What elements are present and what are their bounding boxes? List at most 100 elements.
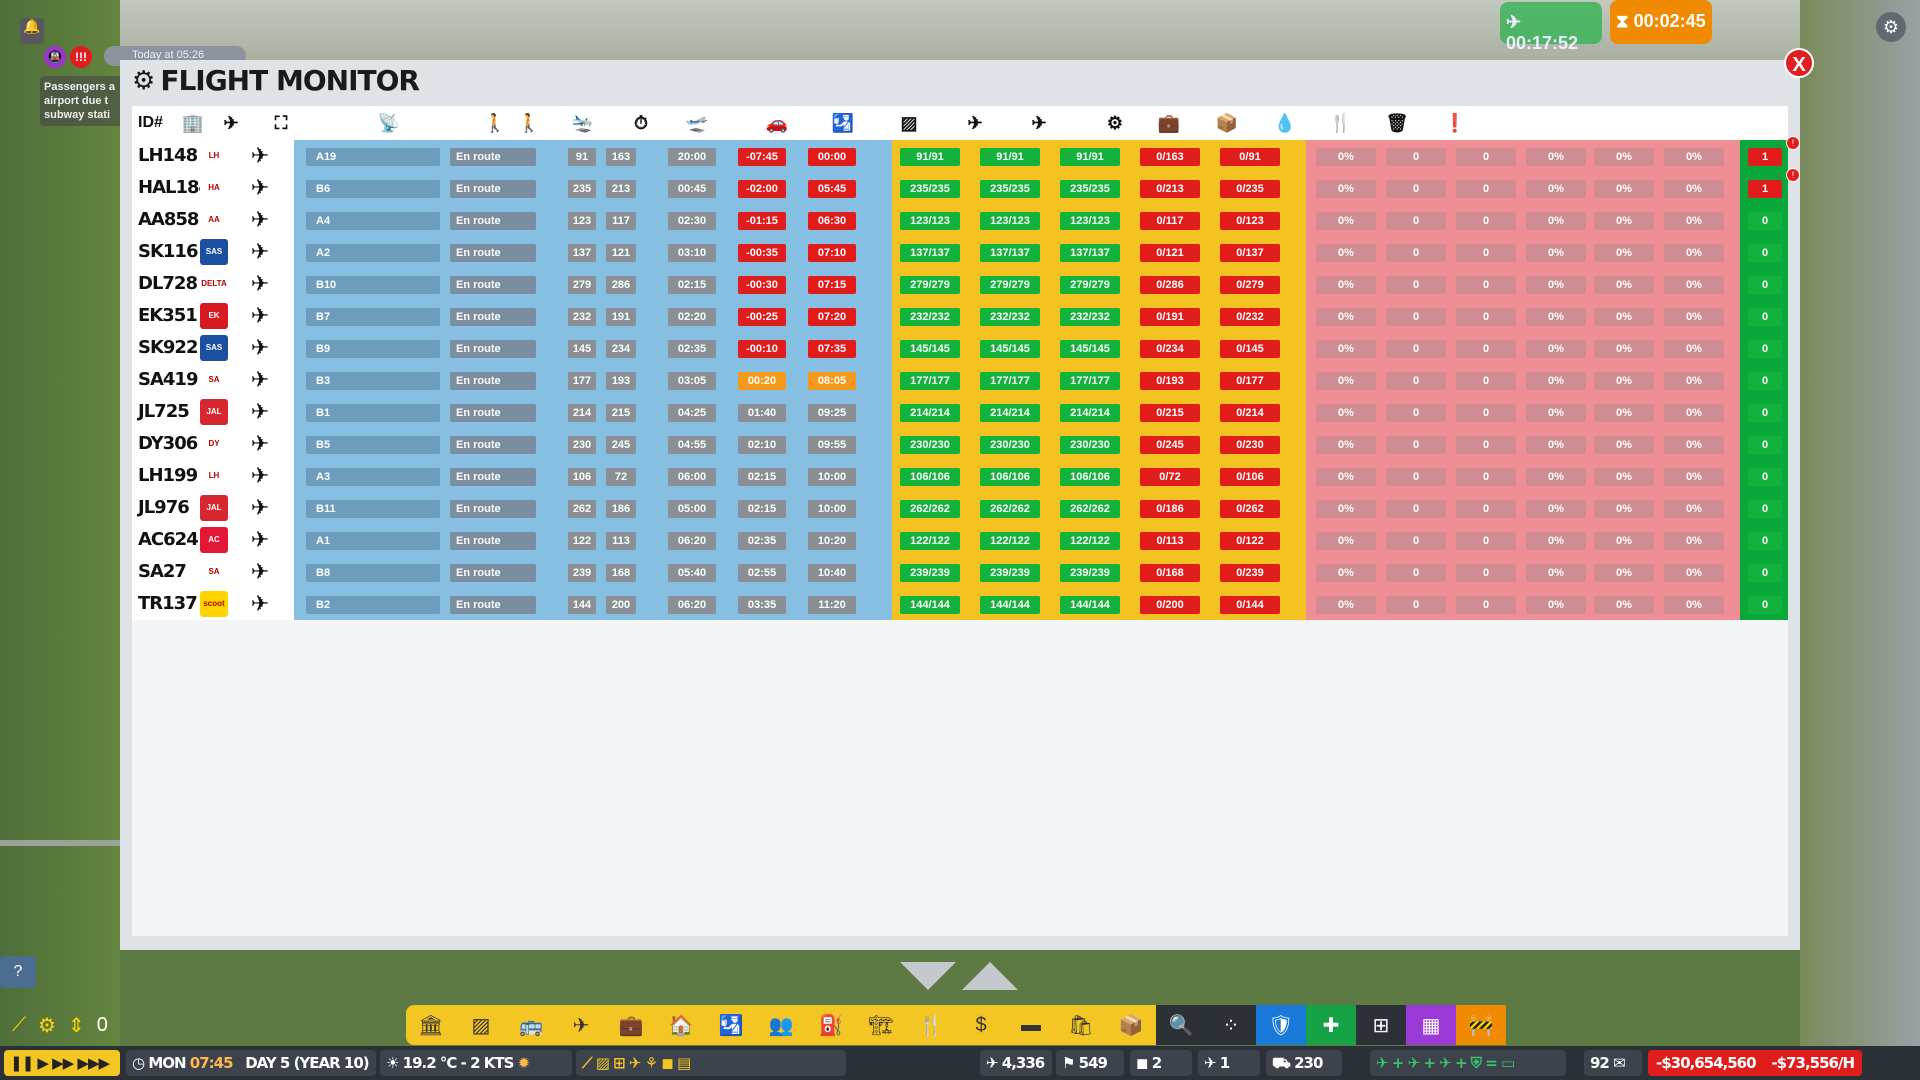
gate-value[interactable]: B10 xyxy=(306,276,440,294)
mail[interactable]: 92 ✉ xyxy=(1584,1050,1642,1076)
header-id[interactable]: ID# xyxy=(138,108,178,138)
gate-value[interactable]: B1 xyxy=(306,404,440,422)
train-icon[interactable]: 🚇 xyxy=(44,46,66,68)
table-row[interactable]: JL976 JAL ✈ B11 En route 262 186 05:00 02:15 10:0… xyxy=(132,492,1788,524)
runway-icon[interactable]: ⟋ xyxy=(12,1014,26,1037)
search-icon[interactable]: 🔍 xyxy=(1156,1005,1206,1045)
road-icon[interactable]: ▬ xyxy=(1006,1005,1056,1045)
header-passengers-arriving-icon[interactable]: 🚶 xyxy=(478,108,512,138)
zones-icon[interactable]: ⁘ xyxy=(1206,1005,1256,1045)
header-catering-icon[interactable]: 🍴 xyxy=(1324,108,1358,138)
bus-icon[interactable]: 🚌 xyxy=(506,1005,556,1045)
alert-count[interactable]: 0 xyxy=(1748,532,1782,550)
header-cargo-icon[interactable]: 📦 xyxy=(1210,108,1244,138)
table-row[interactable]: SK116 SAS ✈ A2 En route 137 121 03:10 -00:35 07:1… xyxy=(132,236,1788,268)
passenger-icon[interactable]: 🏠 xyxy=(656,1005,706,1045)
header-arrival-plane-icon[interactable]: ✈ xyxy=(958,108,992,138)
speed-controls[interactable]: ❚❚ ▶ ▶▶ ▶▶▶ ⏭ xyxy=(4,1050,120,1076)
cog-icon[interactable]: ⚙ xyxy=(38,1013,56,1038)
header-alert-icon[interactable]: ❗ xyxy=(1438,108,1472,138)
purple-icon[interactable]: ▦ xyxy=(1406,1005,1456,1045)
flight-id[interactable]: DL728 xyxy=(138,268,198,300)
alert-count[interactable]: 0 xyxy=(1748,500,1782,518)
alert-count[interactable]: 0 xyxy=(1748,404,1782,422)
flight-id[interactable]: JL725 xyxy=(138,396,190,428)
boarding-icon[interactable]: 🏗 xyxy=(856,1005,906,1045)
header-trash-icon[interactable]: 🗑 xyxy=(1380,108,1414,138)
header-stand-icon[interactable]: ⛶ xyxy=(264,108,298,138)
alert-count[interactable]: 0 xyxy=(1748,212,1782,230)
security-icon[interactable]: 🛂 xyxy=(706,1005,756,1045)
header-aircraft-type-icon[interactable]: ✈ xyxy=(214,108,248,138)
alert-count[interactable]: 0 xyxy=(1748,436,1782,454)
gate-value[interactable]: B6 xyxy=(306,180,440,198)
gate-value[interactable]: B11 xyxy=(306,500,440,518)
cargo-icon[interactable]: 📦 xyxy=(1106,1005,1156,1045)
settings-gear-icon[interactable]: ⚙ xyxy=(1876,12,1906,42)
gate-value[interactable]: A4 xyxy=(306,212,440,230)
table-row[interactable]: DL728 DELTA ✈ B10 En route 279 286 02:15 -00:30 0… xyxy=(132,268,1788,300)
flight-id[interactable]: SA419 xyxy=(138,364,198,396)
table-row[interactable]: TR137 scoot ✈ B2 En route 144 200 06:20 03:35 11:… xyxy=(132,588,1788,620)
header-arrival-time-icon[interactable]: 🛬 xyxy=(566,108,600,138)
flight-overview[interactable]: ✈ + ✈ + ✈ + ⛨ = ▭ xyxy=(1370,1050,1566,1076)
flight-id[interactable]: SA27 xyxy=(138,556,187,588)
updown-icon[interactable]: ⇕ xyxy=(68,1013,85,1038)
gate-value[interactable]: B5 xyxy=(306,436,440,454)
construction-icon[interactable]: 🚧 xyxy=(1456,1005,1506,1045)
gate-value[interactable]: B9 xyxy=(306,340,440,358)
alert-count[interactable]: 0 xyxy=(1748,340,1782,358)
header-checkin-icon[interactable]: 🛂 xyxy=(826,108,860,138)
alert-count[interactable]: 0 xyxy=(1748,468,1782,486)
table-row[interactable]: EK351 EK ✈ B7 En route 232 191 02:20 -00:25 07:20… xyxy=(132,300,1788,332)
alert-count[interactable]: 1 xyxy=(1748,180,1782,198)
scroll-up-icon[interactable] xyxy=(962,962,1018,990)
gate-value[interactable]: B2 xyxy=(306,596,440,614)
fuel-icon[interactable]: ⛽ xyxy=(806,1005,856,1045)
gate-value[interactable]: B7 xyxy=(306,308,440,326)
table-row[interactable]: AC624 AC ✈ A1 En route 122 113 06:20 02:35 10:20 1… xyxy=(132,524,1788,556)
gate-value[interactable]: B8 xyxy=(306,564,440,582)
table-row[interactable]: SA419 SA ✈ B3 En route 177 193 03:05 00:20 08:05 1… xyxy=(132,364,1788,396)
gate-value[interactable]: A1 xyxy=(306,532,440,550)
header-airline-icon[interactable]: 🏢 xyxy=(176,108,210,138)
shopping-icon[interactable]: 🛍 xyxy=(1056,1005,1106,1045)
header-departure-time-icon[interactable]: 🛫 xyxy=(680,108,714,138)
alert-count[interactable]: 0 xyxy=(1748,276,1782,294)
alert-count[interactable]: 0 xyxy=(1748,244,1782,262)
gate-value[interactable]: A2 xyxy=(306,244,440,262)
gate-value[interactable]: A3 xyxy=(306,468,440,486)
header-car-icon[interactable]: 🚗 xyxy=(760,108,794,138)
alert-count[interactable]: 0 xyxy=(1748,372,1782,390)
gate-value[interactable]: B3 xyxy=(306,372,440,390)
flight-id[interactable]: AC624 xyxy=(138,524,199,556)
table-row[interactable]: LH148 LH ✈ A19 En route 91 163 20:00 -07:45 00:00… xyxy=(132,136,1800,172)
header-delay-icon[interactable]: ⏱ xyxy=(624,108,658,138)
close-button[interactable]: X xyxy=(1784,48,1814,78)
table-row[interactable]: SA27 SA ✈ B8 En route 239 168 05:40 02:55 10:40 23… xyxy=(132,556,1788,588)
baggage-icon[interactable]: 💼 xyxy=(606,1005,656,1045)
flight-id[interactable]: AA858 xyxy=(138,204,199,236)
header-baggage-icon[interactable]: ▨ xyxy=(892,108,926,138)
crowd-icon[interactable]: 👥 xyxy=(756,1005,806,1045)
table-row[interactable]: HAL184 HA ✈ B6 En route 235 213 00:45 -02:00 05:4… xyxy=(132,168,1800,204)
plane-stand-icon[interactable]: ✈ xyxy=(556,1005,606,1045)
header-fuel-icon[interactable]: 💧 xyxy=(1268,108,1302,138)
runway-icon[interactable]: ▨ xyxy=(456,1005,506,1045)
flight-id[interactable]: TR137 xyxy=(138,588,198,620)
flight-id[interactable]: EK351 xyxy=(138,300,198,332)
flight-id[interactable]: LH199 xyxy=(138,460,198,492)
alert-count[interactable]: 0 xyxy=(1748,564,1782,582)
overlay-buttons[interactable]: ⟋ ▨ ⊞ ✈ ⚘ ◼ ▤ xyxy=(576,1050,846,1076)
gate-value[interactable]: A19 xyxy=(306,148,440,166)
terminal-icon[interactable]: 🏛 xyxy=(406,1005,456,1045)
header-departure-plane-icon[interactable]: ✈ xyxy=(1022,108,1056,138)
alert-count[interactable]: 1 xyxy=(1748,148,1782,166)
flight-id[interactable]: JL976 xyxy=(138,492,190,524)
shield-icon[interactable]: 🛡 xyxy=(1256,1005,1306,1045)
header-passengers-departing-icon[interactable]: 🚶 xyxy=(512,108,546,138)
header-service-icon[interactable]: ⚙ xyxy=(1098,108,1132,138)
flight-id[interactable]: DY306 xyxy=(138,428,198,460)
help-button[interactable]: ? xyxy=(0,956,36,988)
table-row[interactable]: JL725 JAL ✈ B1 En route 214 215 04:25 01:40 09:25… xyxy=(132,396,1788,428)
